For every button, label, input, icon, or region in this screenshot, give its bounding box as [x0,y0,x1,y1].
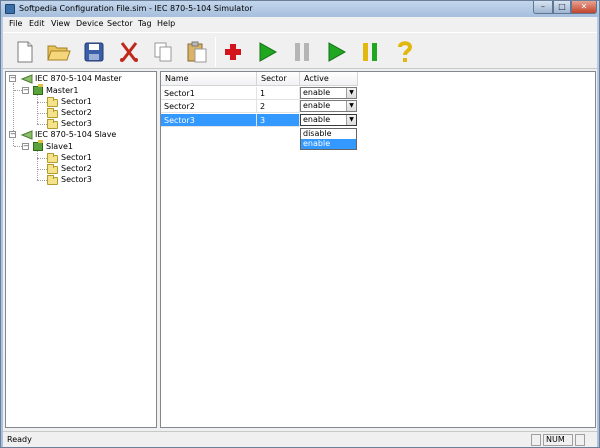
tree-item-sector[interactable]: Sector2 [61,163,92,174]
menu-edit[interactable]: Edit [29,19,45,28]
folder-icon [47,164,58,174]
tree-item-sector[interactable]: Sector3 [61,174,92,185]
tree-item-sector[interactable]: Sector3 [61,118,92,129]
folder-icon [47,175,58,185]
combo-value: enable [303,115,331,124]
status-panel [575,434,585,446]
client-area: − IEC 870-5-104 Master − Master1 Sector1… [3,69,597,431]
status-panel [531,434,541,446]
cell-name[interactable]: Sector1 [161,87,257,100]
slave-device-icon [33,140,43,151]
menu-tag[interactable]: Tag [138,19,152,28]
tree-item-sector[interactable]: Sector1 [61,96,92,107]
chevron-down-icon[interactable]: ▼ [346,115,356,125]
cell-sector[interactable]: 1 [257,87,300,100]
chevron-down-icon[interactable]: ▼ [346,101,356,111]
tree-item-slave1[interactable]: Slave1 [46,141,73,152]
folder-icon [47,97,58,107]
collapse-toggle[interactable]: − [22,143,29,150]
tree-item-slave-root[interactable]: IEC 870-5-104 Slave [35,129,116,140]
toolbar [3,32,597,69]
column-header-active[interactable]: Active [300,72,358,86]
cell-sector[interactable]: 2 [257,100,300,113]
master-device-icon [33,84,43,95]
combo-value: enable [303,88,331,97]
cell-sector[interactable]: 3 [257,114,300,127]
play-icon[interactable] [253,39,281,65]
app-window: Softpedia Configuration File.sim - IEC 8… [0,0,600,448]
status-bar: Ready NUM [3,431,597,447]
folder-icon [47,108,58,118]
collapse-toggle[interactable]: − [22,87,29,94]
status-text: Ready [7,435,32,444]
device-tree[interactable]: − IEC 870-5-104 Master − Master1 Sector1… [5,71,157,428]
active-dropdown-list: disable enable [300,128,357,150]
menu-view[interactable]: View [51,19,70,28]
folder-icon [47,119,58,129]
cell-name[interactable]: Sector2 [161,100,257,113]
network-node-icon [20,130,33,140]
play-all-icon[interactable] [322,39,350,65]
close-button[interactable]: ✕ [571,1,597,14]
app-icon [5,4,15,14]
save-icon[interactable] [80,39,108,65]
cut-icon[interactable] [115,39,143,65]
step-icon[interactable] [357,39,385,65]
dropdown-option-enable[interactable]: enable [301,139,356,149]
window-title: Softpedia Configuration File.sim - IEC 8… [19,4,253,13]
tree-item-master-root[interactable]: IEC 870-5-104 Master [35,73,122,84]
minimize-button[interactable]: – [533,1,553,14]
num-lock-indicator: NUM [543,434,573,446]
menu-bar: File Edit View Device Sector Tag Help [3,17,597,32]
paste-icon[interactable] [183,39,211,65]
copy-icon[interactable] [149,39,177,65]
column-header-sector[interactable]: Sector [257,72,300,86]
dropdown-option-disable[interactable]: disable [301,129,356,139]
toolbar-separator [215,37,216,67]
menu-help[interactable]: Help [157,19,175,28]
sector-grid-pane: Name Sector Active Sector1 1 enable ▼ Se… [160,71,596,428]
menu-file[interactable]: File [9,19,22,28]
tree-item-sector[interactable]: Sector1 [61,152,92,163]
collapse-toggle[interactable]: − [9,75,16,82]
maximize-button[interactable]: □ [553,1,571,14]
menu-device[interactable]: Device [76,19,103,28]
add-icon[interactable] [219,39,247,65]
cell-name[interactable]: Sector3 [161,114,257,127]
network-node-icon [20,74,33,84]
help-icon[interactable] [391,39,419,65]
column-header-name[interactable]: Name [161,72,257,86]
resize-grip[interactable] [587,434,597,446]
tree-item-master1[interactable]: Master1 [46,85,78,96]
collapse-toggle[interactable]: − [9,131,16,138]
folder-icon [47,153,58,163]
tree-item-sector[interactable]: Sector2 [61,107,92,118]
new-file-icon[interactable] [11,39,39,65]
active-combo[interactable]: enable ▼ [300,100,357,112]
open-folder-icon[interactable] [45,39,73,65]
combo-value: enable [303,101,331,110]
active-combo[interactable]: enable ▼ [300,114,357,126]
pause-icon[interactable] [288,39,316,65]
title-bar[interactable]: Softpedia Configuration File.sim - IEC 8… [1,1,599,17]
chevron-down-icon[interactable]: ▼ [346,88,356,98]
menu-sector[interactable]: Sector [107,19,133,28]
active-combo[interactable]: enable ▼ [300,87,357,99]
